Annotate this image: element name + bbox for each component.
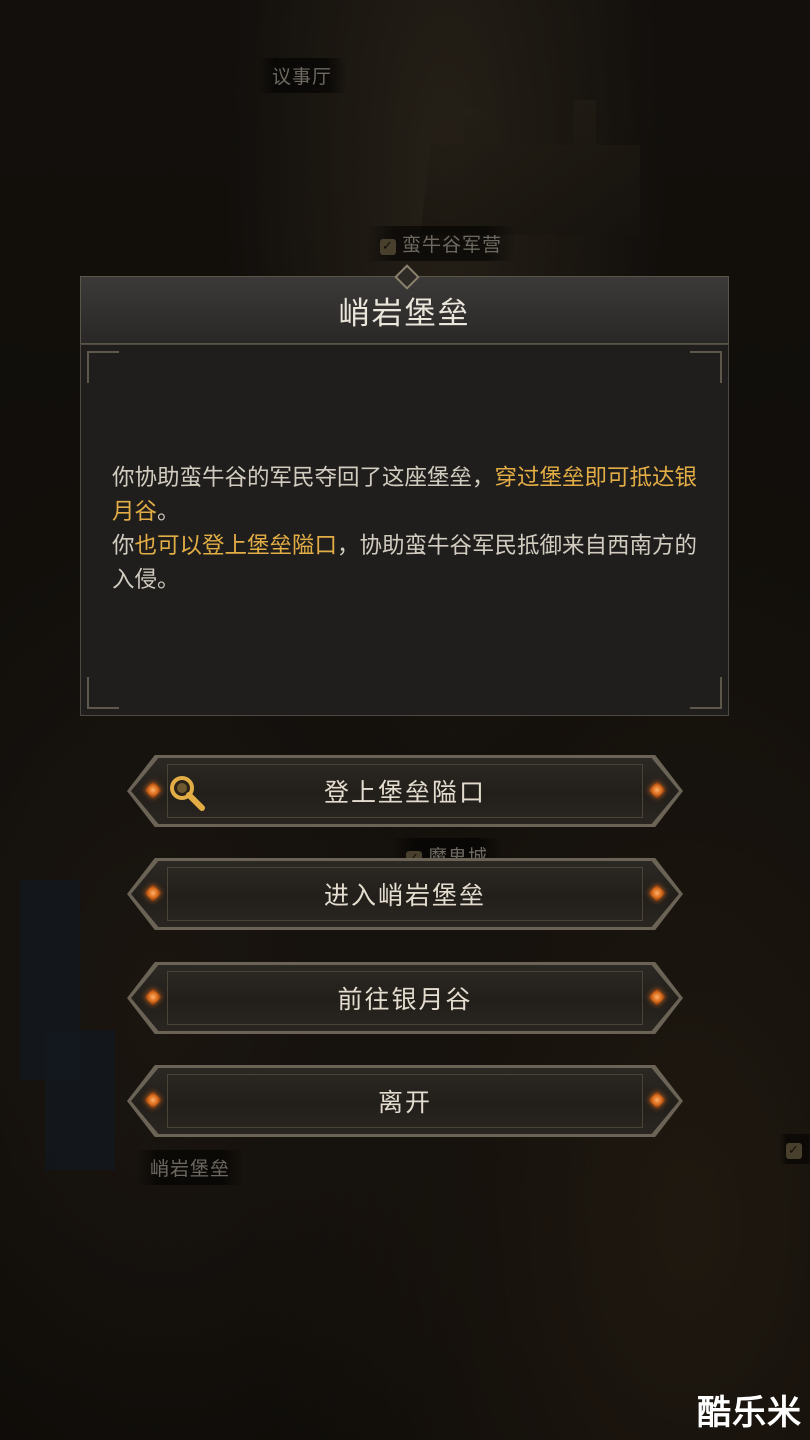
dialog-header: 峭岩堡垒 [80,264,729,344]
leave-button[interactable]: 离开 [127,1065,683,1137]
desc-text: 你 [112,533,135,559]
corner-ornament [690,351,722,383]
button-label: 离开 [377,1088,432,1117]
corner-ornament [690,677,722,709]
corner-ornament [87,351,119,383]
desc-highlight: 也可以登上堡垒隘口 [134,533,338,559]
button-label: 进入峭岩堡垒 [323,881,486,910]
magnifier-icon [170,776,205,811]
button-label: 前往银月谷 [337,985,473,1014]
watermark: 酷乐米 [697,1393,802,1433]
enter-fort-button[interactable]: 进入峭岩堡垒 [127,858,683,930]
dialog-body: 你协助蛮牛谷的军民夺回了这座堡垒，穿过堡垒即可抵达银月谷。 你也可以登上堡垒隘口… [80,344,729,716]
goto-silvermoon-button[interactable]: 前往银月谷 [127,962,683,1034]
modal-backdrop [0,0,810,1440]
climb-pass-button[interactable]: 登上堡垒隘口 [127,755,683,827]
desc-text: 你协助蛮牛谷的军民夺回了这座堡垒， [112,465,495,491]
dialog-title: 峭岩堡垒 [338,295,471,332]
dialog-description: 你协助蛮牛谷的军民夺回了这座堡垒，穿过堡垒即可抵达银月谷。 你也可以登上堡垒隘口… [112,461,702,597]
corner-ornament [87,677,119,709]
desc-text: 。 [157,499,180,525]
button-label: 登上堡垒隘口 [323,778,486,807]
location-dialog: 峭岩堡垒 你协助蛮牛谷的军民夺回了这座堡垒，穿过堡垒即可抵达银月谷。 你也可以登… [80,264,729,716]
